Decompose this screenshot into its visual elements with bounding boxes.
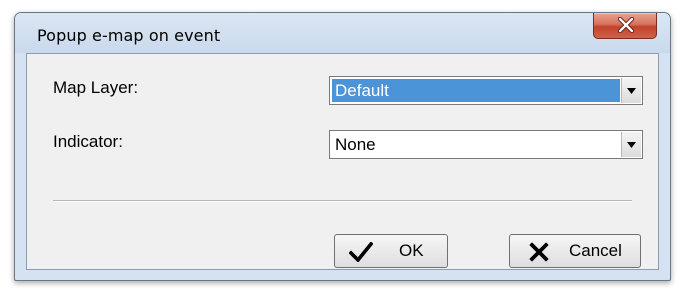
popup-emap-dialog: Popup e-map on event Map Layer: Default … (14, 12, 671, 281)
dropdown-arrow-icon (627, 142, 636, 148)
map-layer-value: Default (332, 79, 620, 102)
map-layer-label: Map Layer: (53, 78, 139, 97)
indicator-dropdown-button[interactable] (621, 132, 641, 157)
x-mark-icon (529, 242, 549, 262)
indicator-value: None (335, 135, 376, 154)
dialog-title: Popup e-map on event (37, 26, 221, 45)
close-button[interactable] (593, 13, 657, 39)
checkmark-icon (349, 242, 373, 262)
cancel-button[interactable]: Cancel (509, 234, 641, 268)
separator-line (53, 200, 632, 202)
dialog-body: Map Layer: Default Indicator: None OK Ca… (26, 53, 659, 270)
ok-label: OK (399, 241, 424, 260)
title-bar[interactable]: Popup e-map on event (15, 13, 670, 53)
indicator-label: Indicator: (53, 132, 123, 151)
indicator-select[interactable]: None (329, 130, 643, 159)
cancel-label: Cancel (569, 241, 622, 260)
close-icon (617, 17, 635, 33)
map-layer-select[interactable]: Default (329, 76, 643, 105)
map-layer-dropdown-button[interactable] (621, 78, 641, 103)
dropdown-arrow-icon (627, 88, 636, 94)
ok-button[interactable]: OK (334, 234, 448, 268)
